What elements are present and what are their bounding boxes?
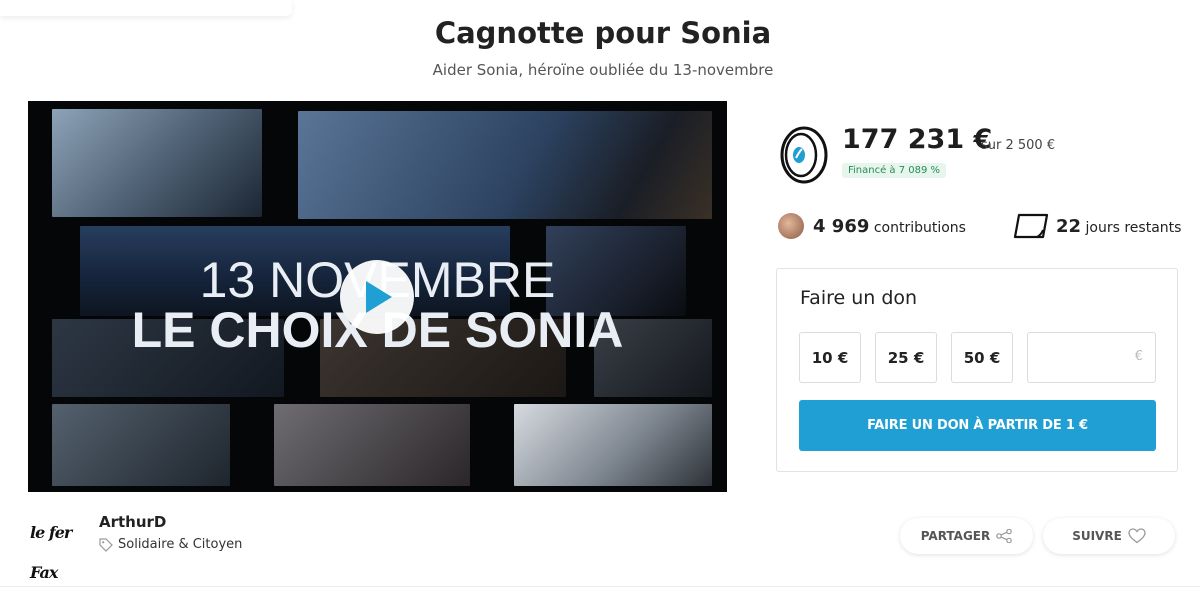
play-icon <box>366 281 392 313</box>
amount-25-button[interactable]: 25 € <box>875 332 937 383</box>
contributions-count: 4 969 <box>813 216 870 237</box>
video-frame-tile <box>52 109 262 217</box>
funding-target: sur 2 500 € <box>981 138 1056 153</box>
share-label: PARTAGER <box>920 529 991 543</box>
coin-icon <box>780 126 828 184</box>
tag-icon <box>99 538 113 552</box>
organizer-logo[interactable]: le fer Fax <box>30 513 78 582</box>
page-title: Cagnotte pour Sonia <box>434 16 772 50</box>
custom-amount-field[interactable]: € <box>1027 332 1156 383</box>
video-frame-tile <box>514 404 712 486</box>
calendar-icon <box>1013 213 1049 239</box>
contributors-avatar <box>778 213 804 239</box>
days-remaining: 22 jours restants <box>1056 216 1181 237</box>
funded-badge: Financé à 7 089 % <box>842 163 947 178</box>
days-label: jours restants <box>1085 220 1182 236</box>
video-frame-tile <box>298 111 712 219</box>
currency-symbol: € <box>1134 349 1143 364</box>
amount-10-button[interactable]: 10 € <box>799 332 861 383</box>
share-button[interactable]: PARTAGER <box>900 518 1033 554</box>
video-player[interactable]: 13 NOVEMBRE LE CHOIX DE SONIA <box>28 101 727 492</box>
play-button[interactable] <box>340 260 414 334</box>
video-frame-tile <box>274 404 470 486</box>
amount-raised: 177 231 € <box>842 124 993 155</box>
video-frame-tile <box>52 404 230 486</box>
follow-button[interactable]: SUIVRE <box>1043 518 1175 554</box>
organizer-name[interactable]: ArthurD <box>99 513 166 531</box>
amount-50-button[interactable]: 50 € <box>951 332 1013 383</box>
custom-amount-input[interactable] <box>1028 333 1140 382</box>
share-icon <box>996 529 1013 543</box>
days-count: 22 <box>1056 216 1082 237</box>
contributions-stat: 4 969 contributions <box>813 216 966 237</box>
heart-icon <box>1128 528 1146 544</box>
donate-button[interactable]: FAIRE UN DON À PARTIR DE 1 € <box>799 400 1156 451</box>
category-label[interactable]: Solidaire & Citoyen <box>118 537 242 552</box>
divider <box>0 586 1200 587</box>
follow-label: SUIVRE <box>1072 529 1122 543</box>
top-card-edge <box>0 0 292 16</box>
page-subtitle: Aider Sonia, héroïne oubliée du 13-novem… <box>432 61 774 79</box>
contributions-label: contributions <box>873 220 966 236</box>
donation-title: Faire un don <box>800 287 918 309</box>
